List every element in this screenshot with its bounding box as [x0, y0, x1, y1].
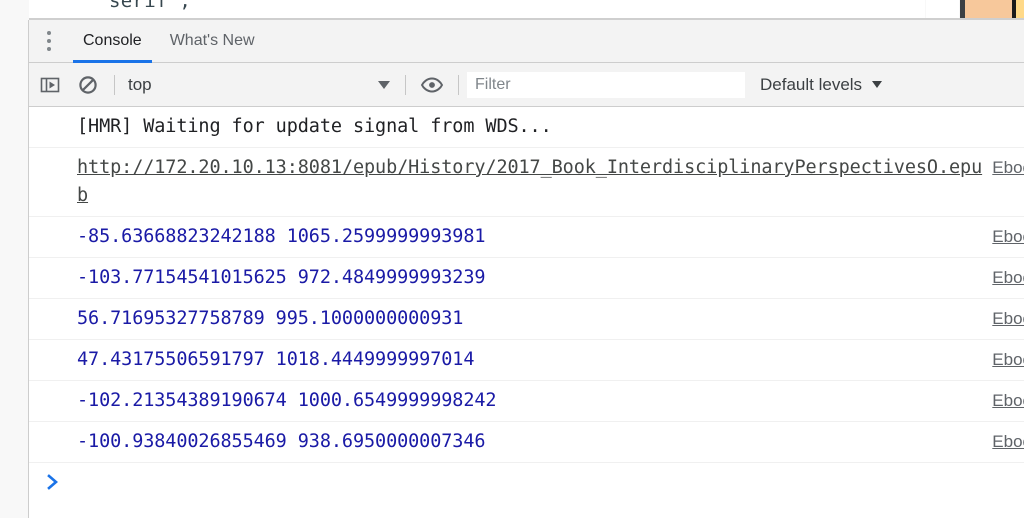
- toolbar-divider: [458, 74, 459, 95]
- toolbar-divider: [114, 74, 115, 95]
- editor-code-fragment: serif";: [109, 0, 192, 12]
- console-message-list[interactable]: [HMR] Waiting for update signal from WDS…: [29, 107, 1024, 518]
- kebab-dot: [47, 39, 51, 43]
- console-toolbar: top Default levels: [29, 63, 1024, 107]
- console-message-row: 56.71695327758789 995.1000000000931 Eboo: [29, 299, 1024, 340]
- execution-context-selector[interactable]: top: [122, 71, 398, 99]
- editor-code-line: serif";: [29, 0, 925, 19]
- console-message-row: -85.63668823242188 1065.2599999993981 Ebo…: [29, 217, 1024, 258]
- console-message-text: 47.43175506591797 1018.4449999997014: [77, 349, 475, 370]
- color-swatch-peach: [965, 0, 1012, 19]
- log-level-selector[interactable]: Default levels: [760, 74, 883, 95]
- console-message-row: 47.43175506591797 1018.4449999997014 Eboo: [29, 340, 1024, 381]
- console-message-text: -102.21354389190674 1000.6549999998242: [77, 390, 497, 411]
- editor-strip-left-pad: [0, 0, 28, 20]
- console-message-source-link[interactable]: Eboo: [992, 428, 1024, 456]
- console-message-text[interactable]: http://172.20.10.13:8081/epub/History/20…: [29, 154, 992, 210]
- console-message-source-link[interactable]: Eboo: [992, 346, 1024, 374]
- chevron-down-icon: [378, 80, 390, 89]
- tab-console[interactable]: Console: [69, 20, 156, 63]
- console-message-text: -100.93840026855469 938.6950000007346: [77, 431, 486, 452]
- tab-whats-new[interactable]: What's New: [156, 20, 269, 62]
- toolbar-divider: [405, 74, 406, 95]
- console-prompt-input[interactable]: [77, 471, 1024, 499]
- console-message-row: [HMR] Waiting for update signal from WDS…: [29, 107, 1024, 148]
- drawer-tab-bar: Console What's New: [29, 20, 1024, 63]
- kebab-menu-icon[interactable]: [29, 20, 69, 62]
- tab-console-label: Console: [83, 32, 142, 49]
- console-message-text: 56.71695327758789 995.1000000000931: [77, 308, 464, 329]
- console-message-row: -100.93840026855469 938.6950000007346 Ebo…: [29, 422, 1024, 463]
- filter-input[interactable]: [466, 70, 746, 99]
- log-level-label: Default levels: [760, 74, 863, 94]
- clear-console-icon[interactable]: [69, 66, 107, 104]
- kebab-dot: [47, 31, 51, 35]
- console-message-text: -85.63668823242188 1065.2599999993981: [77, 226, 486, 247]
- console-message-row: -103.77154541015625 972.4849999993239 Ebo…: [29, 258, 1024, 299]
- console-prompt-row[interactable]: [29, 463, 1024, 503]
- color-swatch-gold: [1016, 0, 1024, 19]
- console-message-row: http://172.20.10.13:8081/epub/History/20…: [29, 148, 1024, 217]
- live-expression-eye-icon[interactable]: [413, 66, 451, 104]
- editor-strip: serif";: [0, 0, 1024, 20]
- console-message-source-link[interactable]: Eboo: [992, 223, 1024, 251]
- console-message-source-link[interactable]: Eboo: [992, 387, 1024, 415]
- chevron-down-icon: [872, 81, 883, 88]
- console-message-text: [HMR] Waiting for update signal from WDS…: [77, 116, 552, 137]
- console-message-source-link[interactable]: Eboo: [992, 154, 1024, 182]
- console-message-source-link[interactable]: Eboo: [992, 264, 1024, 292]
- console-drawer: Console What's New top Filter Default le…: [29, 20, 1024, 518]
- tab-whats-new-label: What's New: [169, 32, 255, 49]
- console-message-row: -102.21354389190674 1000.6549999998242 Eb…: [29, 381, 1024, 422]
- prompt-chevron-icon: [29, 471, 77, 491]
- console-message-source-link[interactable]: Eboo: [992, 305, 1024, 333]
- kebab-dot: [47, 47, 51, 51]
- console-sidebar-icon[interactable]: [31, 66, 69, 104]
- execution-context-value: top: [128, 74, 152, 94]
- console-message-text: -103.77154541015625 972.4849999993239: [77, 267, 486, 288]
- devtools-drawer-screen: serif"; Console What's New top Filter De…: [0, 0, 1024, 518]
- editor-strip-gap: [926, 0, 959, 19]
- drawer-left-gutter: [0, 20, 29, 518]
